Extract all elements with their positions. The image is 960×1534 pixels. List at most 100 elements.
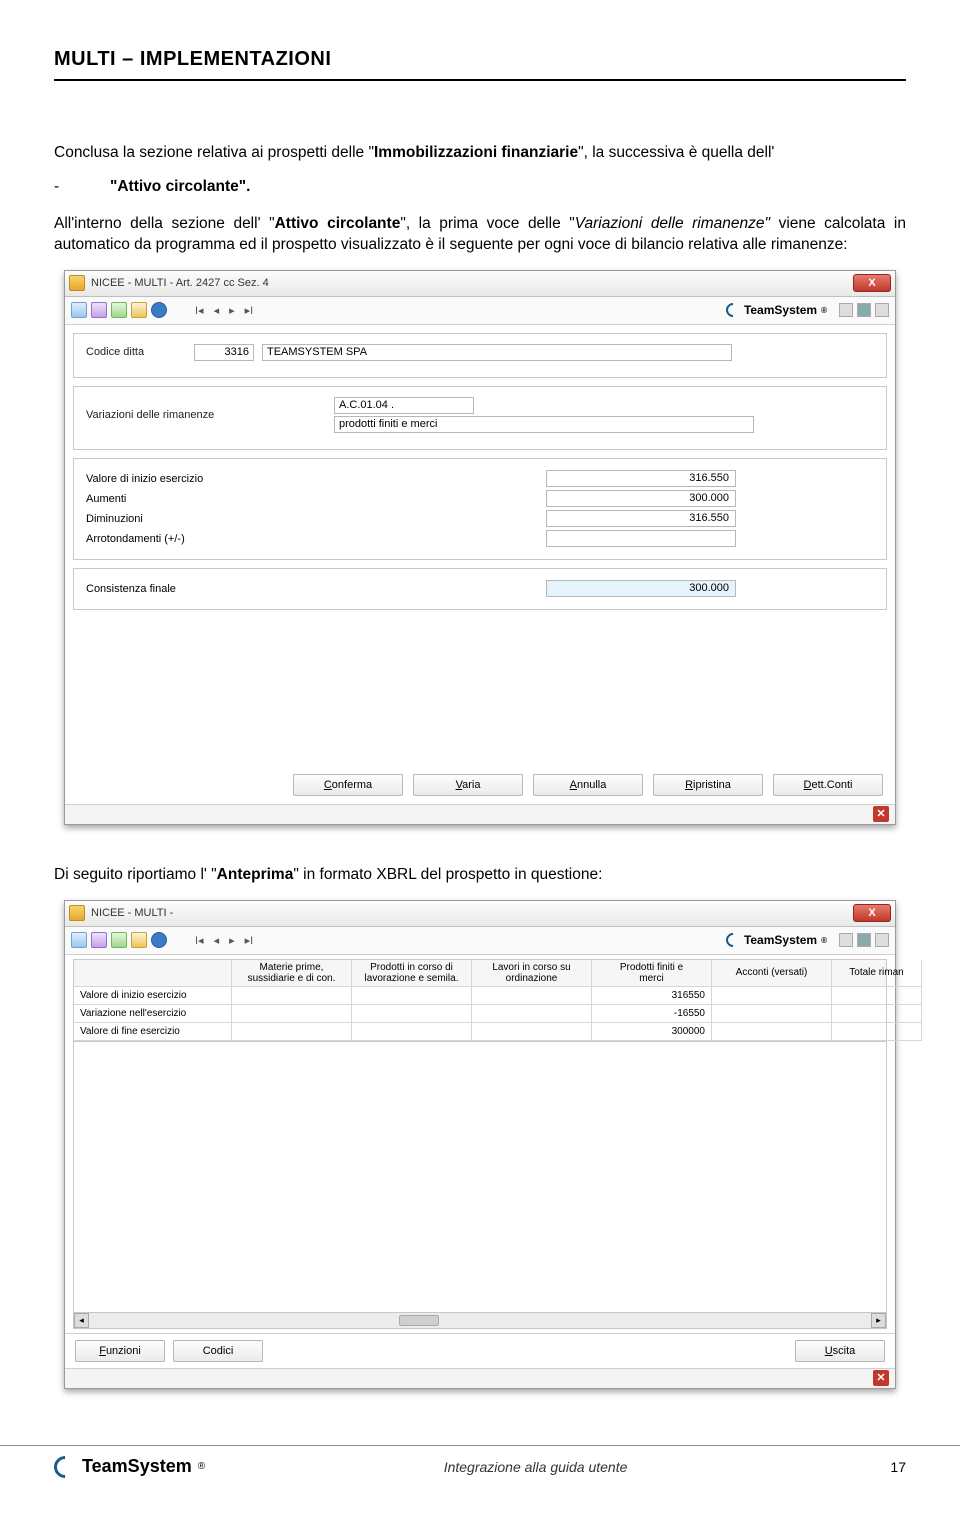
nav-last-icon[interactable]: ▸І <box>245 304 254 317</box>
conferma-button[interactable]: CConfermaonferma <box>293 774 403 796</box>
table-row: Valore di fine esercizio 300000 <box>74 1023 886 1041</box>
ripristina-button[interactable]: Ripristina <box>653 774 763 796</box>
toolbar-icon-1[interactable] <box>71 302 87 318</box>
nav-first-icon[interactable]: І◂ <box>195 304 204 317</box>
help-icon-2[interactable] <box>151 932 167 948</box>
page-footer: TeamSystem® Integrazione alla guida uten… <box>0 1445 960 1496</box>
toolbar-right-icon-3[interactable] <box>875 303 889 317</box>
input-descrizione-voce[interactable]: prodotti finiti e merci <box>334 416 754 433</box>
input-ditta-name[interactable]: TEAMSYSTEM SPA <box>262 344 732 361</box>
bottom-button-bar: Funzioni Codici Uscita <box>65 1333 895 1368</box>
statusbar-close-icon[interactable]: ✕ <box>873 806 889 822</box>
row3-c4: 300000 <box>592 1023 712 1041</box>
status-bar: ✕ <box>65 804 895 824</box>
row1-c6 <box>832 987 922 1005</box>
form-button-bar: CConfermaonferma Varia Annulla Ripristin… <box>65 768 895 804</box>
close-button[interactable]: X <box>853 274 891 292</box>
input-codice-voce[interactable]: A.C.01.04 . <box>334 397 474 414</box>
panel-consistenza: Consistenza finale 300.000 <box>73 568 887 610</box>
toolbar2-right-icon-1[interactable] <box>839 933 853 947</box>
annulla-button[interactable]: Annulla <box>533 774 643 796</box>
row1-c2 <box>352 987 472 1005</box>
row1-c4: 316550 <box>592 987 712 1005</box>
input-codice-ditta[interactable]: 3316 <box>194 344 254 361</box>
p1-bold: Immobilizzazioni finanziarie <box>374 144 578 161</box>
toolbar-icon-2[interactable] <box>91 302 107 318</box>
horizontal-scrollbar[interactable]: ◂ ▸ <box>73 1312 887 1329</box>
label-arrotondamenti: Arrotondamenti (+/-) <box>86 533 546 545</box>
footer-brand-text: TeamSystem <box>82 1456 192 1477</box>
nav-next-icon[interactable]: ▸ <box>229 304 235 317</box>
scroll-left-icon[interactable]: ◂ <box>74 1313 89 1328</box>
uscita-button[interactable]: Uscita <box>795 1340 885 1362</box>
toolbar2-icon-2[interactable] <box>91 932 107 948</box>
nav2-prev-icon[interactable]: ◂ <box>214 934 220 947</box>
row2-c6 <box>832 1005 922 1023</box>
dettconti-button[interactable]: Dett.Conti <box>773 774 883 796</box>
close-button-2[interactable]: X <box>853 904 891 922</box>
bullet-text: "Attivo circolante". <box>110 178 250 195</box>
record-navigation[interactable]: І◂ ◂ ▸ ▸І <box>195 304 253 317</box>
toolbar2-right-icon-3[interactable] <box>875 933 889 947</box>
row2-c2 <box>352 1005 472 1023</box>
funzioni-button[interactable]: Funzioni <box>75 1340 165 1362</box>
table-row: Variazione nell'esercizio -16550 <box>74 1005 886 1023</box>
nav2-last-icon[interactable]: ▸І <box>245 934 254 947</box>
status-bar-2: ✕ <box>65 1368 895 1388</box>
input-diminuzioni[interactable]: 316.550 <box>546 510 736 527</box>
nav2-next-icon[interactable]: ▸ <box>229 934 235 947</box>
scroll-right-icon[interactable]: ▸ <box>871 1313 886 1328</box>
toolbar-icon-4[interactable] <box>131 302 147 318</box>
footer-page-number: 17 <box>866 1459 906 1475</box>
nav-prev-icon[interactable]: ◂ <box>214 304 220 317</box>
varia-button[interactable]: Varia <box>413 774 523 796</box>
scroll-thumb[interactable] <box>399 1315 439 1326</box>
footer-center-text: Integrazione alla guida utente <box>205 1459 866 1475</box>
th-totale: Totale riman <box>832 960 922 987</box>
label-valore-inizio: Valore di inizio esercizio <box>86 473 546 485</box>
toolbar-right-icon-1[interactable] <box>839 303 853 317</box>
toolbar2-right-icon-2[interactable] <box>857 933 871 947</box>
window-title: NICEE - MULTI - Art. 2427 cc Sez. 4 <box>91 277 269 289</box>
panel-valori: Valore di inizio esercizio 316.550 Aumen… <box>73 458 887 560</box>
label-diminuzioni: Diminuzioni <box>86 513 546 525</box>
help-icon[interactable] <box>151 302 167 318</box>
brand-glyph-icon-2 <box>723 930 743 950</box>
app-icon <box>69 275 85 291</box>
row3-c3 <box>472 1023 592 1041</box>
toolbar2-icon-1[interactable] <box>71 932 87 948</box>
p1-mid: ", la successiva è quella dell' <box>578 144 774 161</box>
label-aumenti: Aumenti <box>86 493 546 505</box>
input-aumenti[interactable]: 300.000 <box>546 490 736 507</box>
toolbar: І◂ ◂ ▸ ▸І TeamSystem® <box>65 297 895 325</box>
page-title: MULTI – IMPLEMENTAZIONI <box>54 48 906 81</box>
p2-i1: Variazioni delle rimanenze" <box>575 215 770 232</box>
toolbar-right-icon-2[interactable] <box>857 303 871 317</box>
p3-b1: Anteprima <box>217 866 294 883</box>
codici-button[interactable]: Codici <box>173 1340 263 1362</box>
row2-c4: -16550 <box>592 1005 712 1023</box>
p2-b1: Attivo circolante <box>275 215 401 232</box>
label-variazioni: Variazioni delle rimanenze <box>86 409 326 421</box>
toolbar2-icon-4[interactable] <box>131 932 147 948</box>
th-rowlabel <box>74 960 232 987</box>
p3-t1: Di seguito riportiamo l' " <box>54 866 217 883</box>
record-navigation-2[interactable]: І◂ ◂ ▸ ▸І <box>195 934 253 947</box>
row2-c5 <box>712 1005 832 1023</box>
xbrl-table: Materie prime,sussidiarie e di con. Prod… <box>73 959 887 1042</box>
row3-c5 <box>712 1023 832 1041</box>
toolbar2-icon-3[interactable] <box>111 932 127 948</box>
input-consistenza[interactable]: 300.000 <box>546 580 736 597</box>
input-arrotondamenti[interactable] <box>546 530 736 547</box>
statusbar-close-icon-2[interactable]: ✕ <box>873 1370 889 1386</box>
input-valore-inizio[interactable]: 316.550 <box>546 470 736 487</box>
bullet-attivo-circolante: -"Attivo circolante". <box>54 178 906 196</box>
brand-text-2: TeamSystem <box>744 933 817 947</box>
toolbar-icon-3[interactable] <box>111 302 127 318</box>
bullet-dash: - <box>54 178 110 196</box>
row1-c1 <box>232 987 352 1005</box>
app-icon-2 <box>69 905 85 921</box>
row3-c2 <box>352 1023 472 1041</box>
nav2-first-icon[interactable]: І◂ <box>195 934 204 947</box>
window-title-2: NICEE - MULTI - <box>91 907 173 919</box>
